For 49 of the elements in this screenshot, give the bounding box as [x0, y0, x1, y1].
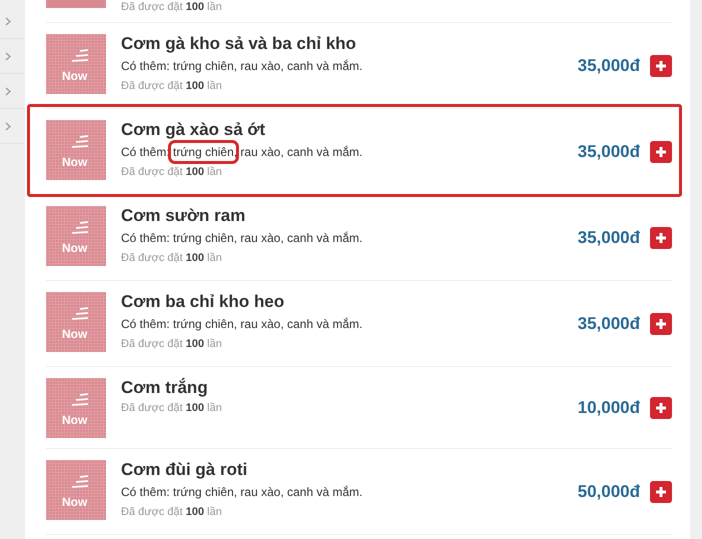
- order-count: Đã được đặt 100 lần: [121, 505, 223, 520]
- speed-lines-icon: [71, 307, 89, 320]
- plus-icon: [655, 60, 667, 72]
- plus-icon: [655, 486, 667, 498]
- plus-icon: [655, 402, 667, 414]
- dish-name: Cơm đùi gà roti: [121, 459, 248, 480]
- plus-icon: [655, 318, 667, 330]
- dish-name: Cơm gà kho sả và ba chỉ kho: [121, 33, 358, 54]
- thumbnail: [46, 0, 106, 8]
- add-button[interactable]: [650, 140, 672, 162]
- dish-description: Có thêm: trứng chiên, rau xào, canh và mắm.: [121, 58, 364, 75]
- speed-lines-icon: [71, 221, 89, 234]
- price: 35,000đ: [578, 228, 640, 248]
- dish-name: Cơm gà xào sả ớt: [121, 119, 266, 140]
- order-count: Đã được đặt 100 lần: [121, 401, 223, 416]
- add-button[interactable]: [650, 480, 672, 502]
- speed-lines-icon: [71, 475, 89, 488]
- dish-description: Có thêm: trứng chiên, rau xào, canh và mắm.: [121, 484, 364, 501]
- dish-description: Có thêm: trứng chiên, rau xào, canh và mắm.: [121, 230, 364, 247]
- speed-lines-icon: [71, 135, 89, 148]
- order-count: Đã được đặt 100 lần: [121, 251, 223, 266]
- dish-description: Có thêm: trứng chiên, rau xào, canh và mắm.: [121, 142, 578, 162]
- price: 10,000đ: [578, 398, 640, 418]
- add-button[interactable]: [650, 396, 672, 418]
- order-count: Đã được đặt 100 lần: [121, 165, 223, 180]
- thumbnail-label: Now: [62, 241, 88, 255]
- dish-name: Cơm ba chỉ kho heo: [121, 291, 286, 312]
- plus-icon: [655, 232, 667, 244]
- price: 35,000đ: [578, 314, 640, 334]
- price: 35,000đ: [578, 142, 640, 162]
- price: 35,000đ: [578, 56, 640, 76]
- add-button[interactable]: [650, 226, 672, 248]
- speed-lines-icon: [71, 393, 89, 406]
- price: 50,000đ: [578, 482, 640, 502]
- thumbnail-label: Now: [62, 495, 88, 509]
- speed-lines-icon: [71, 49, 89, 62]
- dish-description: Có thêm: trứng chiên, rau xào, canh và mắm.: [121, 316, 364, 333]
- dish-name: Cơm sườn ram: [121, 205, 246, 226]
- thumbnail-label: Now: [62, 155, 88, 169]
- thumbnail-label: Now: [62, 69, 88, 83]
- thumbnail-label: Now: [62, 327, 88, 341]
- add-button[interactable]: [650, 312, 672, 334]
- dish-name: Cơm trắng: [121, 377, 209, 398]
- order-count: Đã được đặt 100 lần: [121, 79, 223, 94]
- plus-icon: [655, 146, 667, 158]
- order-count: Đã được đặt 100 lần: [121, 337, 223, 352]
- order-count: Đã được đặt 100 lần: [121, 0, 222, 15]
- add-button[interactable]: [650, 54, 672, 76]
- thumbnail-label: Now: [62, 413, 88, 427]
